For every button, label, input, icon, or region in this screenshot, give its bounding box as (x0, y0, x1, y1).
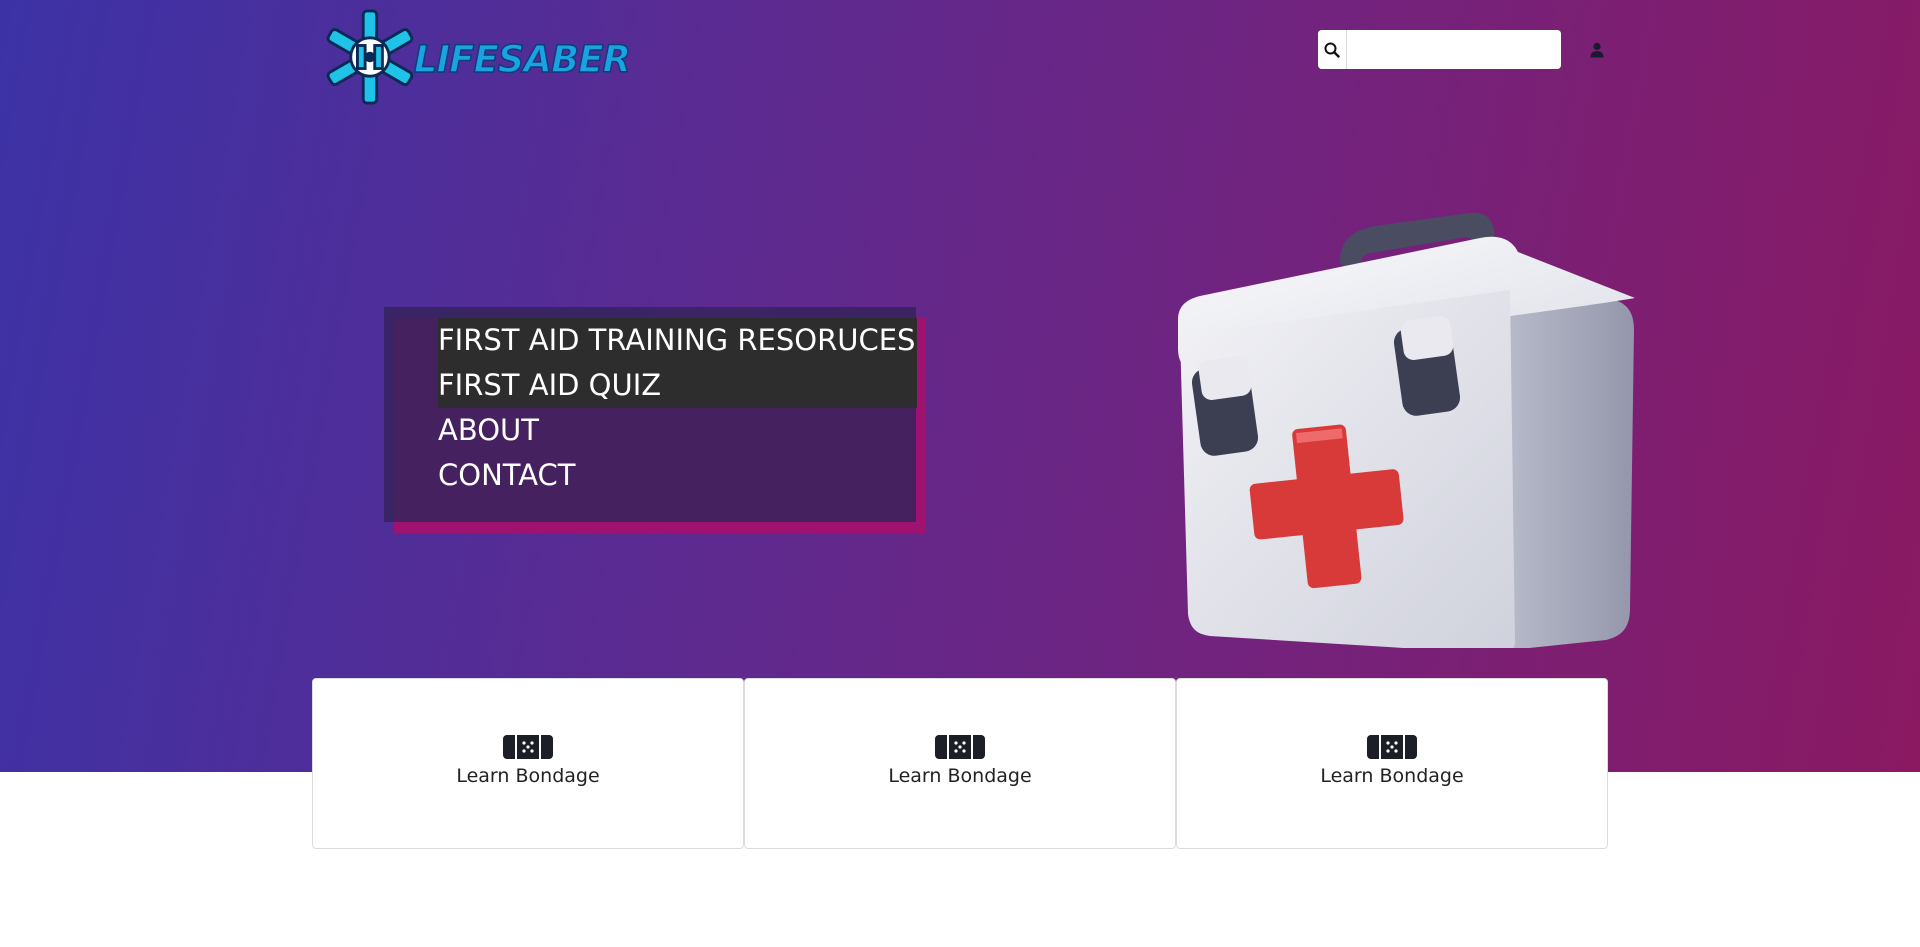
bandage-icon (503, 735, 553, 759)
snowflake-cross-logo-icon (326, 9, 414, 105)
card-label: Learn Bondage (1320, 765, 1464, 787)
site-logo[interactable]: LIFESABER (320, 4, 632, 110)
hero-section: LIFESABER FIRST AID TRAINING RESORUCES F… (0, 0, 1920, 772)
search-icon (1324, 42, 1340, 58)
first-aid-kit-icon (1178, 212, 1635, 648)
search-box (1318, 30, 1561, 69)
nav-item-training-resources[interactable]: FIRST AID TRAINING RESORUCES (438, 318, 918, 363)
user-icon (1590, 42, 1604, 58)
card-label: Learn Bondage (456, 765, 600, 787)
bandage-icon (935, 735, 985, 759)
main-nav: FIRST AID TRAINING RESORUCES FIRST AID Q… (438, 318, 918, 498)
feature-cards: Learn Bondage Learn Bondage Learn Bondag… (312, 678, 1608, 849)
feature-card[interactable]: Learn Bondage (744, 678, 1176, 849)
feature-card[interactable]: Learn Bondage (312, 678, 744, 849)
nav-item-contact[interactable]: CONTACT (438, 453, 917, 498)
search-input[interactable] (1347, 30, 1561, 69)
nav-item-quiz[interactable]: FIRST AID QUIZ (438, 363, 918, 408)
feature-card[interactable]: Learn Bondage (1176, 678, 1608, 849)
nav-item-about[interactable]: ABOUT (438, 408, 917, 453)
card-label: Learn Bondage (888, 765, 1032, 787)
brand-name: LIFESABER (413, 37, 632, 82)
search-button[interactable] (1318, 30, 1347, 69)
bandage-icon (1367, 735, 1417, 759)
user-account-button[interactable] (1585, 38, 1609, 62)
